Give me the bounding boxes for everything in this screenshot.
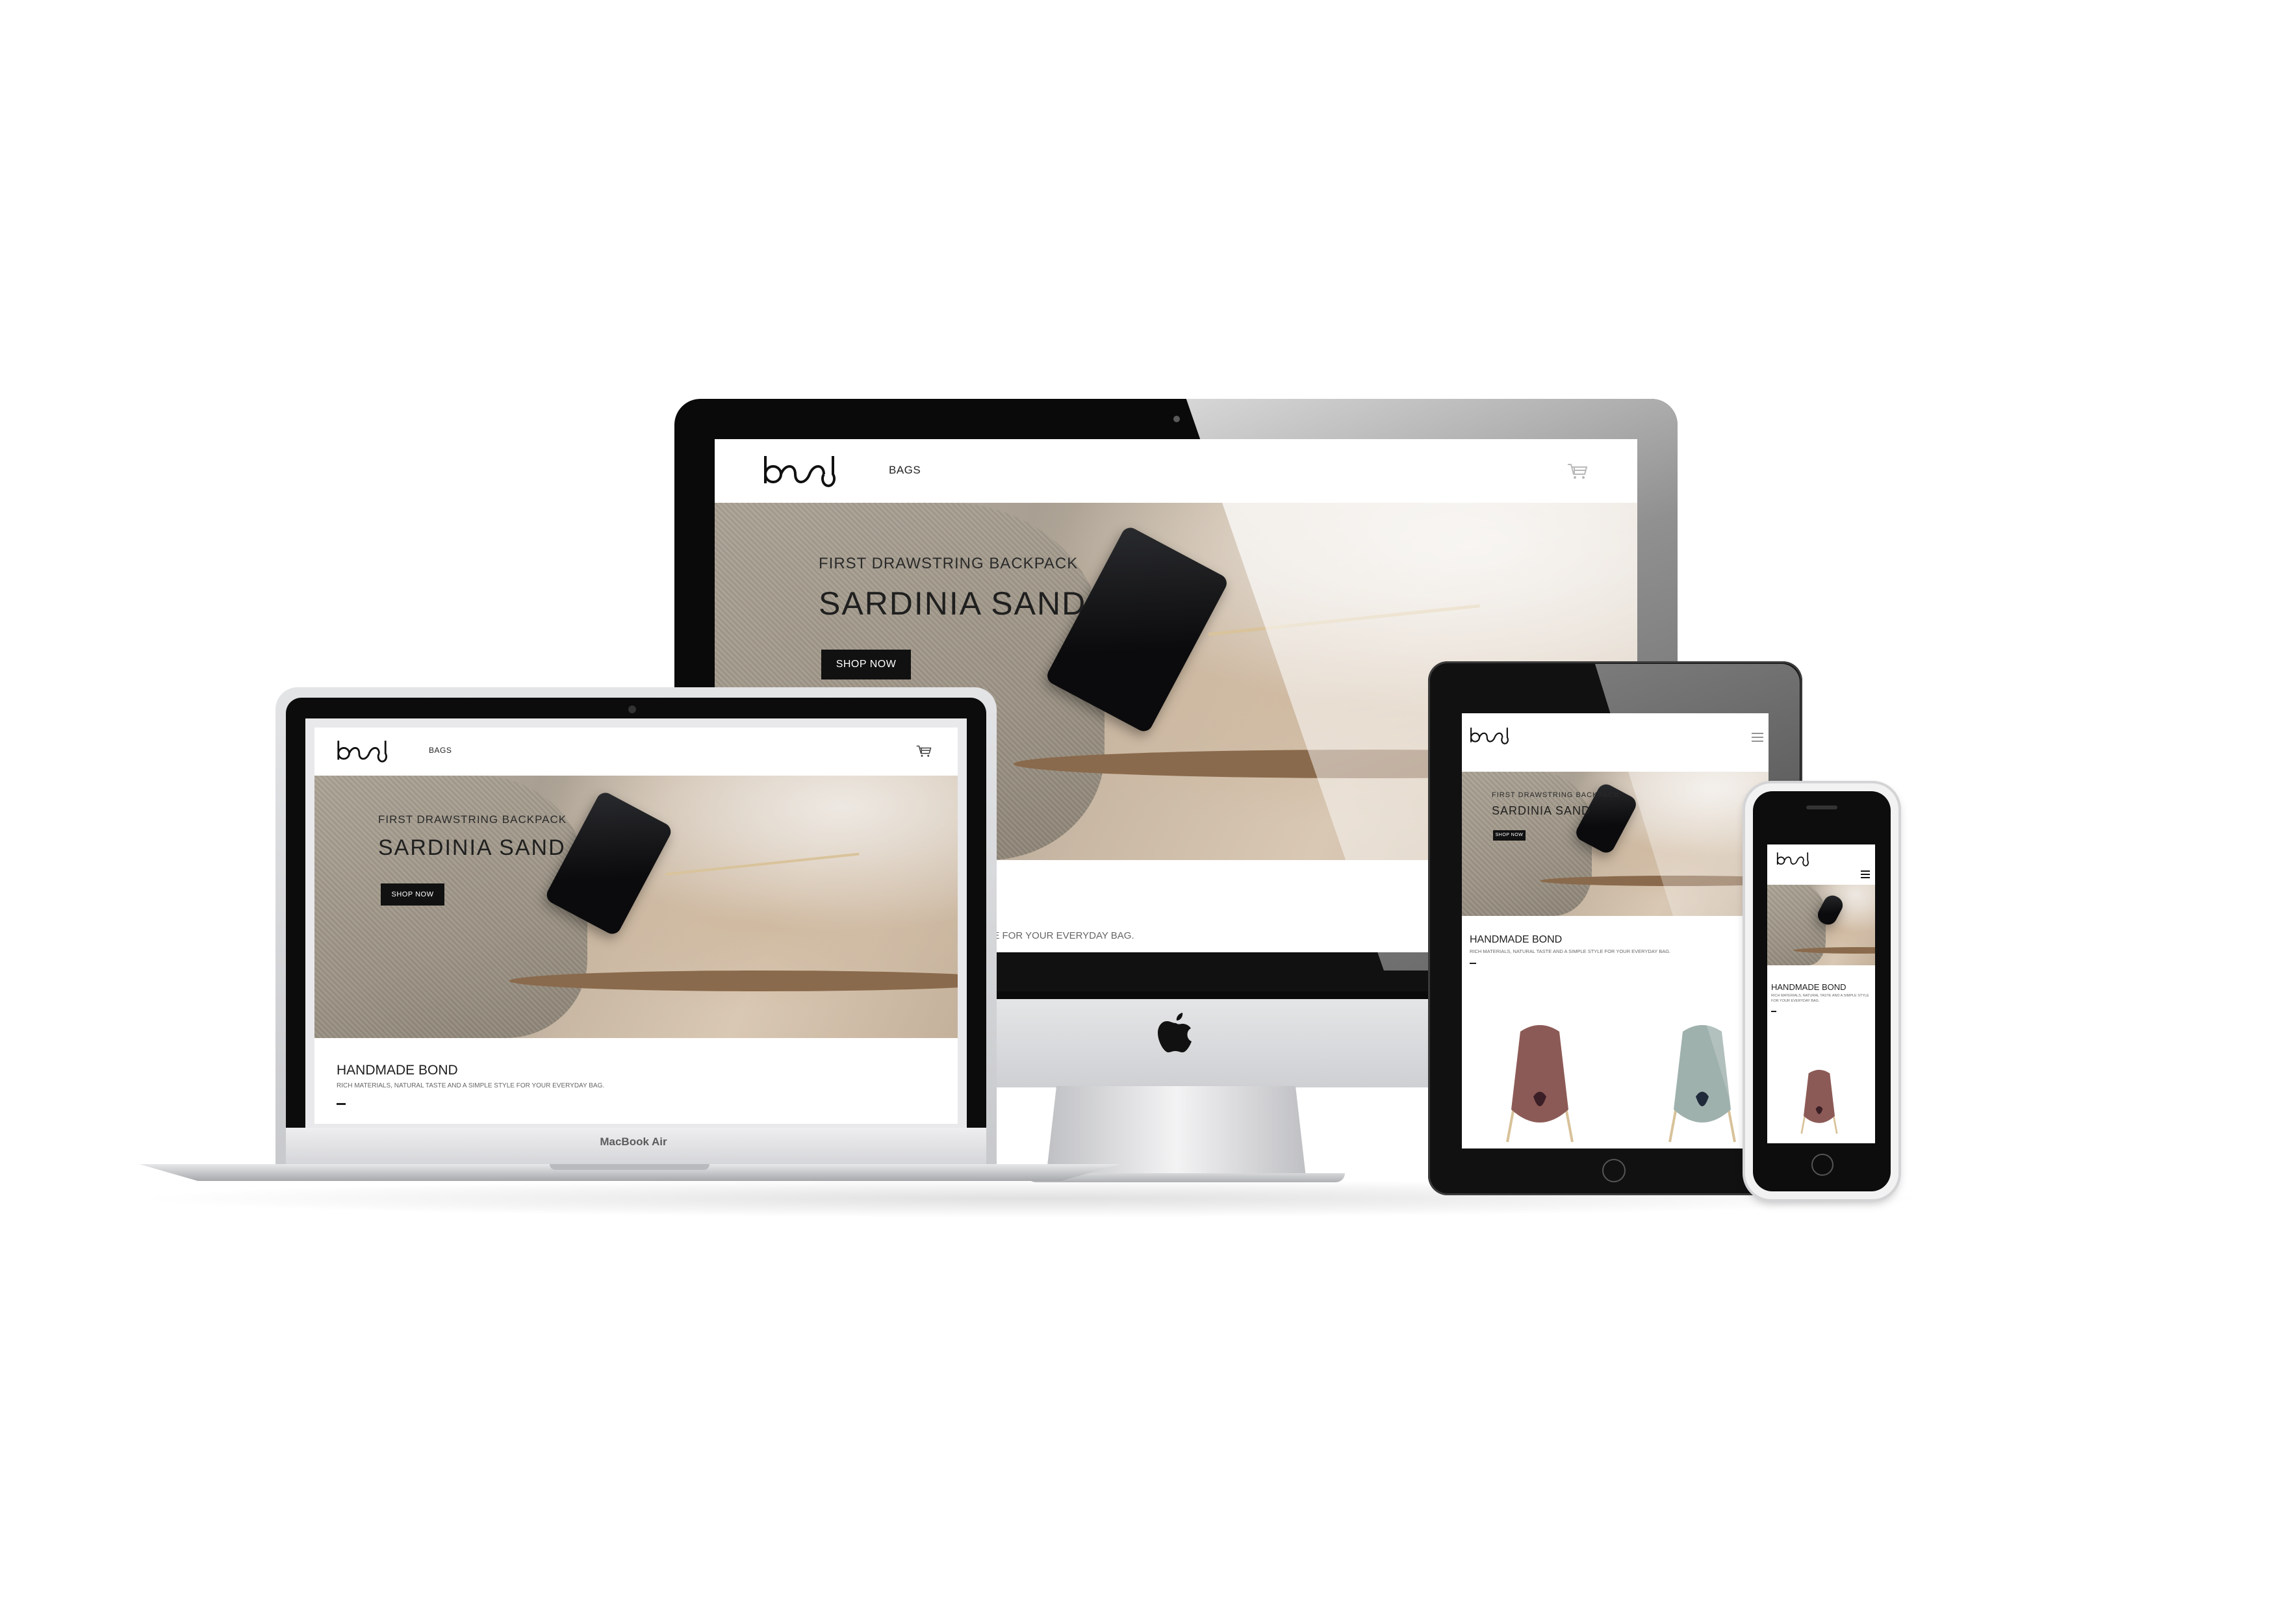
hero-eyebrow: FIRST DRAWSTRING BACKPACK (378, 813, 567, 826)
hero-title: SARDINIA SAND (1492, 804, 1591, 817)
apple-logo-icon (1156, 1010, 1195, 1056)
bond-logo[interactable] (1470, 726, 1509, 746)
ipad-home-button (1602, 1159, 1626, 1182)
imac-camera (1173, 416, 1180, 422)
shop-now-button[interactable]: SHOP NOW (1493, 830, 1526, 841)
hero-banner (1767, 885, 1875, 965)
site-header: BAGS (715, 439, 1637, 503)
section-divider (1771, 1011, 1776, 1012)
shop-now-button[interactable]: SHOP NOW (821, 650, 911, 679)
ipad-screen: FIRST DRAWSTRING BACKPACK SARDINIA SAND … (1462, 713, 1769, 1148)
hero-eyebrow: FIRST DRAWSTRING BACKPACK (819, 555, 1079, 572)
section-text: RICH MATERIALS, NATURAL TASTE AND A SIMP… (337, 1082, 605, 1089)
product-card-burgundy[interactable] (1494, 1012, 1585, 1148)
macbook-screen: BAGS FIRST DRAWSTRING BACKPACK SARDINIA … (314, 728, 958, 1124)
bond-logo[interactable] (763, 455, 836, 488)
section-title: HANDMADE BOND (337, 1063, 458, 1078)
shop-now-button[interactable]: SHOP NOW (381, 883, 444, 906)
hero-banner: FIRST DRAWSTRING BACKPACK SARDINIA SAND … (314, 776, 958, 1038)
imac-stand (1046, 1086, 1306, 1177)
section-text-line1: RICH MATERIALS, NATURAL TASTE AND A SIMP… (1771, 994, 1869, 998)
section-text: RICH MATERIALS, NATURAL TASTE AND A SIMP… (1470, 948, 1671, 954)
macbook-notch (550, 1164, 709, 1170)
hero-straw (1208, 604, 1480, 636)
macbook-camera (628, 705, 636, 713)
hero-title: SARDINIA SAND (378, 835, 566, 860)
nav-bags-link[interactable]: BAGS (429, 746, 452, 755)
hero-straw (665, 852, 860, 876)
iphone-speaker (1806, 806, 1837, 809)
site-header: BAGS (314, 728, 958, 776)
bond-logo[interactable] (337, 739, 387, 764)
product-card-sage[interactable] (1657, 1012, 1748, 1148)
macbook-label: MacBook Air (600, 1136, 667, 1148)
hero-banner: FIRST DRAWSTRING BACKPACK SARDINIA SAND … (1462, 772, 1769, 916)
hero-eyebrow: FIRST DRAWSTRING BACKPACK (1492, 791, 1620, 799)
hero-title: SARDINIA SAND (819, 585, 1087, 622)
cart-icon[interactable] (1567, 463, 1588, 479)
site-header (1462, 713, 1769, 772)
bond-logo[interactable] (1776, 851, 1809, 868)
section-text: LE FOR YOUR EVERYDAY BAG. (988, 930, 1134, 941)
section-title: HANDMADE BOND (1771, 982, 1846, 992)
section-text-line2: FOR YOUR EVERYDAY BAG. (1771, 999, 1820, 1003)
section-title: HANDMADE BOND (1470, 934, 1563, 945)
site-header (1767, 844, 1875, 885)
nav-bags-link[interactable]: BAGS (889, 464, 921, 477)
section-divider (1470, 963, 1476, 964)
hamburger-menu-icon[interactable] (1861, 870, 1870, 878)
iphone-screen: HANDMADE BOND RICH MATERIALS, NATURAL TA… (1767, 844, 1875, 1143)
cart-icon[interactable] (916, 744, 932, 757)
hamburger-menu-icon[interactable] (1752, 733, 1763, 742)
iphone-home-button (1811, 1154, 1833, 1176)
product-card-burgundy[interactable] (1793, 1063, 1845, 1141)
section-divider (337, 1103, 346, 1105)
hero-bag-image (1767, 885, 1826, 965)
